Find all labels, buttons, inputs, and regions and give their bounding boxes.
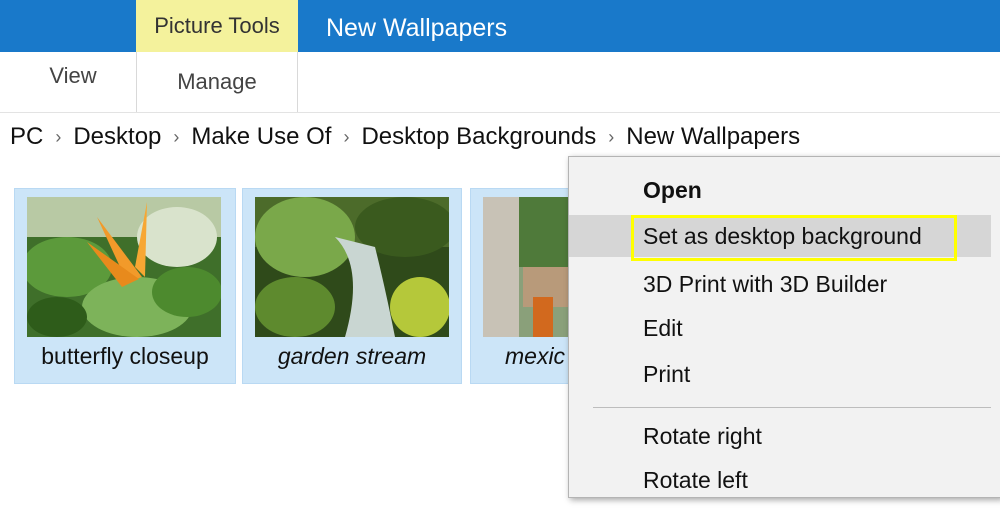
menu-item-rotate-left[interactable]: Rotate left [569, 459, 991, 501]
tab-view[interactable]: View [14, 52, 132, 100]
breadcrumb-item-make-use-of[interactable]: Make Use Of [191, 123, 331, 151]
file-name-label: butterfly closeup [41, 343, 209, 369]
picture-tools-contextual-tab: Picture Tools [136, 0, 298, 52]
mexico-thumbnail [483, 197, 581, 337]
menu-item-print[interactable]: Print [569, 353, 991, 395]
file-tile-butterfly-closeup[interactable]: butterfly closeup [14, 188, 236, 384]
file-tile-garden-stream[interactable]: garden stream [242, 188, 462, 384]
menu-separator [593, 407, 991, 408]
breadcrumb-item-new-wallpapers[interactable]: New Wallpapers [626, 123, 800, 151]
context-menu: Open Set as desktop background 3D Print … [568, 156, 1000, 498]
breadcrumb: PC › Desktop › Make Use Of › Desktop Bac… [0, 114, 1000, 160]
chevron-right-icon[interactable]: › [331, 127, 361, 148]
menu-item-edit[interactable]: Edit [569, 307, 991, 349]
chevron-right-icon[interactable]: › [161, 127, 191, 148]
garden-stream-thumbnail [255, 197, 449, 337]
menu-item-rotate-right[interactable]: Rotate right [569, 415, 991, 457]
breadcrumb-item-pc[interactable]: PC [0, 123, 43, 151]
chevron-right-icon[interactable]: › [43, 127, 73, 148]
file-name-label: garden stream [277, 343, 427, 369]
breadcrumb-item-desktop-backgrounds[interactable]: Desktop Backgrounds [361, 123, 596, 151]
breadcrumb-item-desktop[interactable]: Desktop [73, 123, 161, 151]
butterfly-thumbnail [27, 197, 221, 337]
menu-item-3d-print[interactable]: 3D Print with 3D Builder [569, 263, 991, 305]
file-name-label: mexic [505, 343, 566, 369]
ribbon-tab-row: View Manage [0, 52, 1000, 113]
file-tile-mexico[interactable]: mexic [470, 188, 582, 384]
menu-item-open[interactable]: Open [569, 169, 991, 211]
highlight-annotation [631, 215, 957, 261]
tab-manage[interactable]: Manage [136, 52, 298, 112]
window-title: New Wallpapers [326, 14, 508, 42]
chevron-right-icon[interactable]: › [596, 127, 626, 148]
